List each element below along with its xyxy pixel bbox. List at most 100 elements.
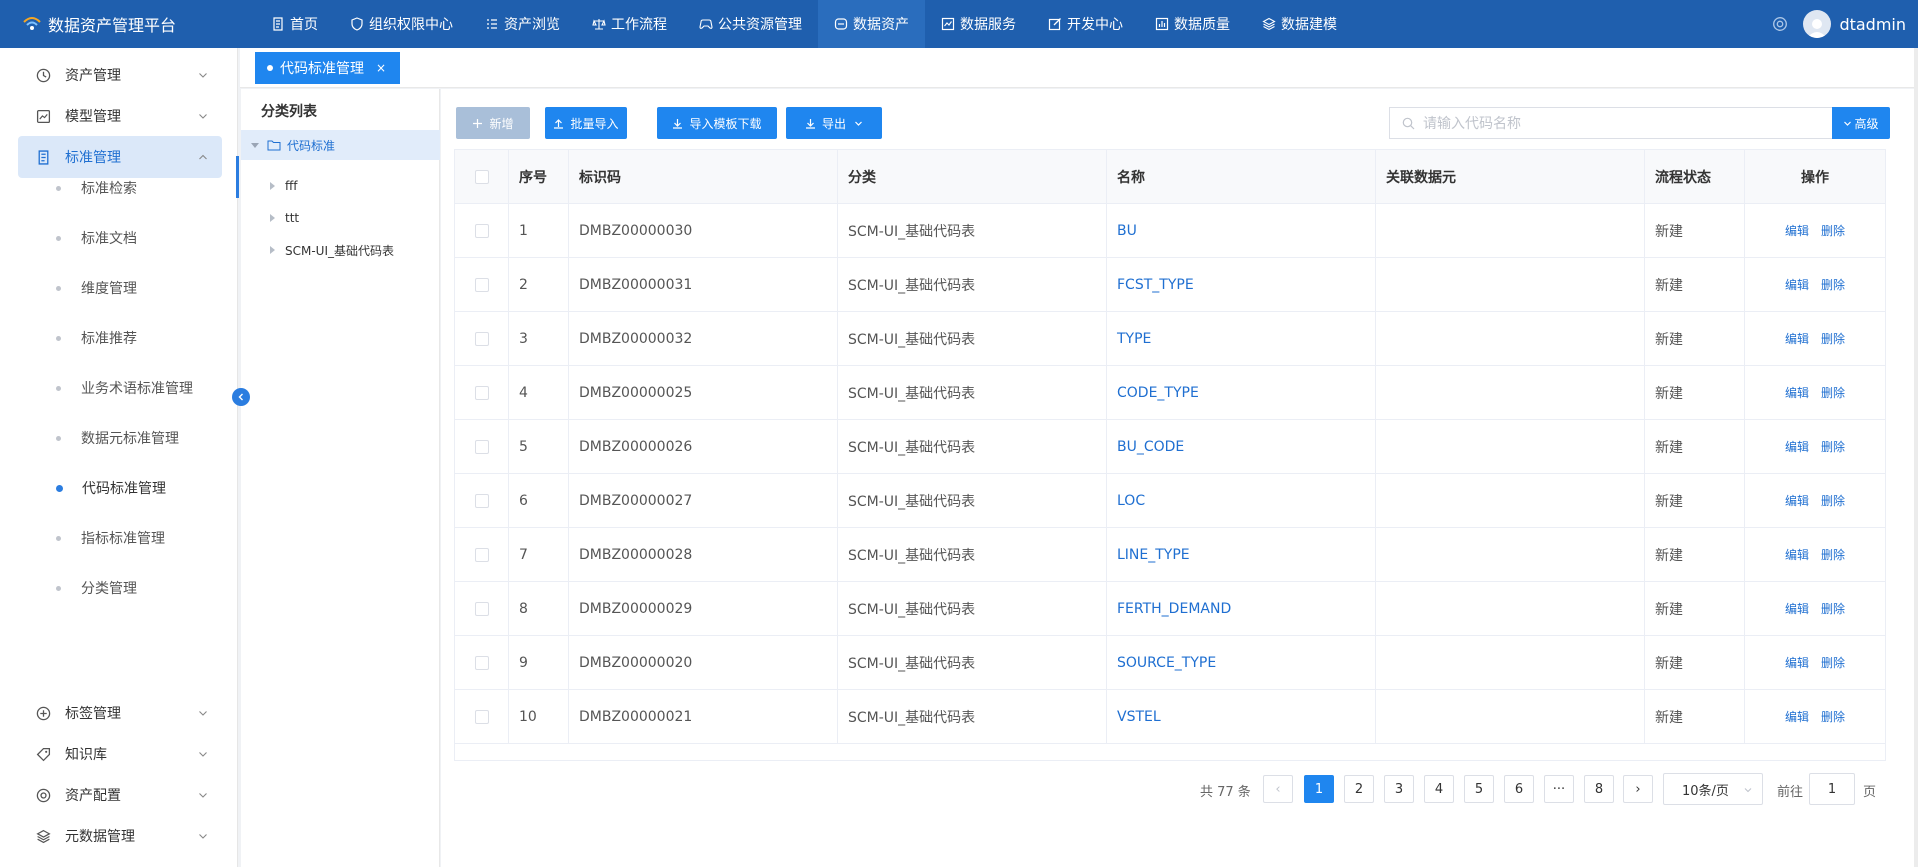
- edit-button[interactable]: 编辑: [1785, 276, 1809, 293]
- caret-down-icon[interactable]: [251, 142, 259, 148]
- delete-button[interactable]: 删除: [1821, 492, 1845, 509]
- sidebar-menu[interactable]: 资产管理: [18, 54, 222, 96]
- delete-button[interactable]: 删除: [1821, 708, 1845, 725]
- nav-item[interactable]: 数据服务: [925, 0, 1032, 48]
- row-checkbox[interactable]: [474, 547, 489, 562]
- collapse-sidebar-button[interactable]: [232, 388, 250, 406]
- name-link[interactable]: TYPE: [1117, 331, 1151, 347]
- username[interactable]: dtadmin: [1839, 15, 1906, 34]
- template-download-button[interactable]: 导入模板下载: [657, 107, 777, 139]
- tree-node-root[interactable]: 代码标准: [241, 130, 440, 160]
- tree-node[interactable]: SCM-UI_基础代码表: [270, 238, 394, 262]
- name-link[interactable]: SOURCE_TYPE: [1117, 655, 1216, 671]
- sidebar-sub-item[interactable]: 标准检索: [56, 175, 137, 201]
- row-checkbox[interactable]: [474, 385, 489, 400]
- row-checkbox[interactable]: [474, 709, 489, 724]
- edit-button[interactable]: 编辑: [1785, 600, 1809, 617]
- goto-page-input[interactable]: 1: [1809, 773, 1855, 805]
- caret-right-icon[interactable]: [270, 214, 275, 222]
- edit-button[interactable]: 编辑: [1785, 654, 1809, 671]
- edit-button[interactable]: 编辑: [1785, 708, 1809, 725]
- prev-page-button[interactable]: ‹: [1263, 775, 1293, 803]
- name-link[interactable]: CODE_TYPE: [1117, 385, 1199, 401]
- name-link[interactable]: VSTEL: [1117, 709, 1161, 725]
- batch-import-button[interactable]: 批量导入: [545, 107, 627, 139]
- delete-button[interactable]: 删除: [1821, 438, 1845, 455]
- edit-button[interactable]: 编辑: [1785, 222, 1809, 239]
- tab-code-standard[interactable]: 代码标准管理 ×: [255, 52, 401, 84]
- edit-button[interactable]: 编辑: [1785, 384, 1809, 401]
- row-checkbox[interactable]: [474, 223, 489, 238]
- page-button[interactable]: 1: [1304, 775, 1334, 803]
- caret-right-icon[interactable]: [270, 182, 275, 190]
- sidebar-sub-item[interactable]: 分类管理: [56, 575, 137, 601]
- row-checkbox[interactable]: [474, 439, 489, 454]
- export-button[interactable]: 导出: [786, 107, 882, 139]
- delete-button[interactable]: 删除: [1821, 330, 1845, 347]
- name-link[interactable]: BU_CODE: [1117, 439, 1184, 455]
- delete-button[interactable]: 删除: [1821, 654, 1845, 671]
- delete-button[interactable]: 删除: [1821, 276, 1845, 293]
- tab-close-icon[interactable]: ×: [376, 61, 386, 75]
- name-link[interactable]: LINE_TYPE: [1117, 547, 1190, 563]
- sidebar-sub-item[interactable]: 数据元标准管理: [56, 425, 179, 451]
- name-link[interactable]: BU: [1117, 223, 1137, 239]
- nav-item[interactable]: 开发中心: [1032, 0, 1139, 48]
- sidebar-sub-item[interactable]: 标准文档: [56, 225, 137, 251]
- nav-item[interactable]: 数据建模: [1246, 0, 1353, 48]
- sidebar-menu[interactable]: 标签管理: [18, 692, 222, 734]
- page-button[interactable]: 2: [1344, 775, 1374, 803]
- page-button[interactable]: 6: [1504, 775, 1534, 803]
- page-button[interactable]: 4: [1424, 775, 1454, 803]
- add-button[interactable]: 新增: [456, 107, 530, 139]
- page-button[interactable]: 5: [1464, 775, 1494, 803]
- edit-button[interactable]: 编辑: [1785, 438, 1809, 455]
- sidebar-sub-item[interactable]: 维度管理: [56, 275, 137, 301]
- sidebar-menu[interactable]: 标准管理: [18, 136, 222, 178]
- select-all-checkbox[interactable]: [474, 169, 489, 184]
- sidebar-sub-item[interactable]: 代码标准管理: [56, 475, 166, 501]
- page-button[interactable]: 3: [1384, 775, 1414, 803]
- search-input[interactable]: 请输入代码名称: [1389, 107, 1832, 139]
- caret-right-icon[interactable]: [270, 246, 275, 254]
- name-link[interactable]: FCST_TYPE: [1117, 277, 1194, 293]
- sidebar-menu[interactable]: 资产配置: [18, 774, 222, 816]
- openai-style-icon[interactable]: [1771, 15, 1789, 33]
- nav-item[interactable]: 数据质量: [1139, 0, 1246, 48]
- sidebar-menu[interactable]: 元数据管理: [18, 815, 222, 857]
- page-size-select[interactable]: 10条/页: [1663, 773, 1763, 805]
- tree-node[interactable]: fff: [270, 174, 298, 198]
- tree-node[interactable]: ttt: [270, 206, 299, 230]
- page-scrollbar[interactable]: [1914, 48, 1918, 867]
- advanced-search-button[interactable]: 高级: [1832, 107, 1890, 139]
- row-checkbox[interactable]: [474, 655, 489, 670]
- name-link[interactable]: FERTH_DEMAND: [1117, 601, 1231, 617]
- row-checkbox[interactable]: [474, 277, 489, 292]
- nav-item[interactable]: 组织权限中心: [334, 0, 469, 48]
- nav-item[interactable]: 首页: [255, 0, 334, 48]
- row-checkbox[interactable]: [474, 493, 489, 508]
- nav-item[interactable]: 数据资产: [818, 0, 925, 48]
- nav-item[interactable]: 工作流程: [576, 0, 683, 48]
- page-button[interactable]: 8: [1584, 775, 1614, 803]
- delete-button[interactable]: 删除: [1821, 222, 1845, 239]
- sidebar-sub-item[interactable]: 标准推荐: [56, 325, 137, 351]
- row-checkbox[interactable]: [474, 601, 489, 616]
- delete-button[interactable]: 删除: [1821, 384, 1845, 401]
- sidebar-sub-item[interactable]: 指标标准管理: [56, 525, 165, 551]
- nav-item[interactable]: 公共资源管理: [683, 0, 818, 48]
- edit-button[interactable]: 编辑: [1785, 330, 1809, 347]
- edit-button[interactable]: 编辑: [1785, 492, 1809, 509]
- delete-button[interactable]: 删除: [1821, 546, 1845, 563]
- edit-button[interactable]: 编辑: [1785, 546, 1809, 563]
- avatar[interactable]: [1803, 10, 1832, 38]
- next-page-button[interactable]: ›: [1623, 775, 1653, 803]
- row-checkbox[interactable]: [474, 331, 489, 346]
- page-button[interactable]: ···: [1544, 775, 1574, 803]
- name-link[interactable]: LOC: [1117, 493, 1145, 509]
- sidebar-menu[interactable]: 知识库: [18, 733, 222, 775]
- nav-item[interactable]: 资产浏览: [469, 0, 576, 48]
- brand[interactable]: 数据资产管理平台: [0, 0, 255, 48]
- sidebar-menu[interactable]: 模型管理: [18, 95, 222, 137]
- sidebar-sub-item[interactable]: 业务术语标准管理: [56, 375, 193, 401]
